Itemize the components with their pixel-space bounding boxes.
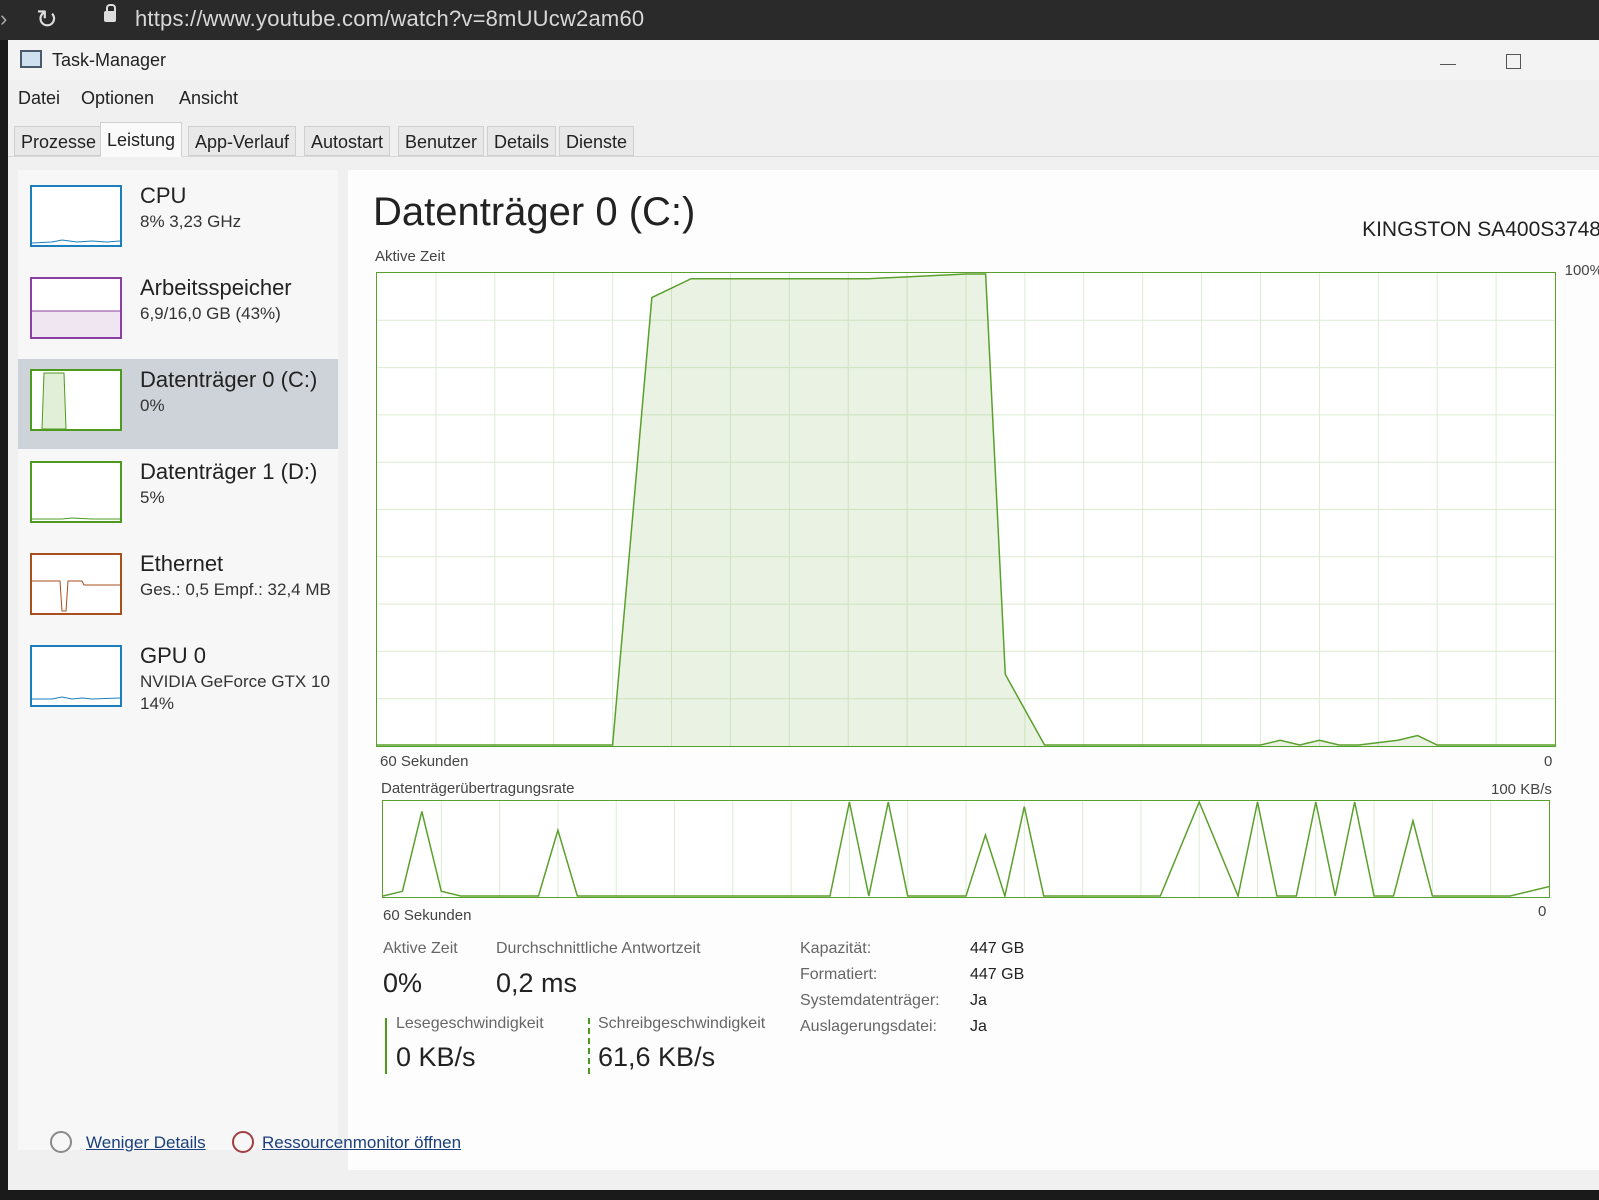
sidebar-item-name: Datenträger 0 (C:) [140,367,318,392]
task-manager-window: Task-Manager Datei Optionen Ansicht Proz… [8,40,1599,1190]
disk-model: KINGSTON SA400S37480G [1362,218,1599,241]
active-time-graph-label: Aktive Zeit [375,248,446,265]
stat-avg-response-value: 0,2 ms [496,968,578,998]
stat-read-label: Lesegeschwindigkeit [396,1015,544,1032]
minimize-button[interactable] [1433,50,1463,74]
resource-monitor-link[interactable]: Ressourcenmonitor öffnen [262,1133,461,1153]
tab-benutzer[interactable]: Benutzer [398,126,485,156]
active-time-graph [376,272,1556,747]
stat-avg-response-label: Durchschnittliche Antwortzeit [496,940,701,957]
write-rate-indicator [588,1018,590,1074]
menu-optionen[interactable]: Optionen [81,88,154,109]
sidebar-item-name: CPU [140,183,187,208]
forward-icon[interactable]: › [0,6,7,32]
transfer-rate-max-label: 100 KB/s [1491,781,1552,798]
prop-capacity-key: Kapazität: [800,940,872,957]
active-time-min-label: 0 [1544,753,1553,770]
window-title: Task-Manager [52,50,167,70]
prop-capacity-value: 447 GB [970,940,1025,957]
ethernet-thumbnail-graph [30,553,122,615]
stat-read-value: 0 KB/s [396,1042,476,1072]
tab-dienste[interactable]: Dienste [559,126,635,156]
sidebar-item-sub: 6,9/16,0 GB (43%) [140,304,281,323]
sidebar-item-cpu[interactable]: CPU 8% 3,23 GHz [18,175,338,265]
sidebar-item-name: Datenträger 1 (D:) [140,459,318,484]
maximize-button[interactable] [1498,48,1528,74]
stat-write-label: Schreibgeschwindigkeit [598,1015,766,1032]
footer-bar: Weniger Details Ressourcenmonitor öffnen [8,1125,1599,1165]
graph-svg [377,273,1555,746]
graph-svg [383,801,1549,897]
title-bar: Task-Manager [8,40,1599,80]
sidebar-item-ethernet[interactable]: Ethernet Ges.: 0,5 Empf.: 32,4 MB [18,543,338,633]
gpu-thumbnail-graph [30,645,122,707]
disk1-thumbnail-graph [30,461,122,523]
sidebar-item-name: GPU 0 [140,643,207,668]
tab-leistung[interactable]: Leistung [100,122,183,157]
sidebar-item-sub: 0% [140,396,165,415]
stat-active-time-value: 0% [383,968,423,998]
menu-ansicht[interactable]: Ansicht [179,88,238,109]
disk0-thumbnail-graph [30,369,122,431]
sidebar-item-sub: NVIDIA GeForce GTX 10 [140,672,330,691]
browser-address-bar: › ↻ https://www.youtube.com/watch?v=8mUU… [0,0,1599,40]
active-time-x-label: 60 Sekunden [380,753,469,770]
sidebar-item-sub: 5% [140,488,165,507]
disk-title: Datenträger 0 (C:) [373,190,696,234]
tab-autostart[interactable]: Autostart [304,126,391,156]
disk-detail-panel: Datenträger 0 (C:) KINGSTON SA400S37480G… [348,170,1599,1170]
tab-details[interactable]: Details [487,126,557,156]
sidebar-item-sub: Ges.: 0,5 Empf.: 32,4 MB [140,580,331,599]
sidebar-item-sub2: 14% [140,694,175,713]
sidebar-item-gpu-0[interactable]: GPU 0 NVIDIA GeForce GTX 10 14% [18,635,338,725]
sidebar-item-sub: 8% 3,23 GHz [140,212,242,231]
prop-formatted-key: Formatiert: [800,966,878,983]
tab-bar: Prozesse Leistung App-Verlauf Autostart … [8,122,1599,157]
performance-sidebar: CPU 8% 3,23 GHz Arbeitsspeicher 6,9/16,0… [18,170,338,1150]
stat-write-value: 61,6 KB/s [598,1042,716,1072]
read-rate-indicator [385,1018,387,1074]
sidebar-item-name: Ethernet [140,551,224,576]
fewer-details-link[interactable]: Weniger Details [86,1133,206,1153]
prop-pagefile-value: Ja [970,1018,987,1035]
transfer-rate-graph [382,800,1550,898]
transfer-min-label: 0 [1538,903,1547,920]
tab-app-verlauf[interactable]: App-Verlauf [188,126,297,156]
resource-monitor-icon[interactable] [232,1131,254,1153]
stat-active-time-label: Aktive Zeit [383,940,458,957]
tab-prozesse[interactable]: Prozesse [14,126,104,156]
sidebar-item-arbeitsspeicher[interactable]: Arbeitsspeicher 6,9/16,0 GB (43%) [18,267,338,357]
sidebar-item-datentraeger-0[interactable]: Datenträger 0 (C:) 0% [18,359,338,449]
task-manager-icon [20,50,42,68]
active-time-max-label: 100% [1564,262,1599,279]
cpu-thumbnail-graph [30,185,122,247]
reload-icon[interactable]: ↻ [36,4,58,35]
prop-system-disk-value: Ja [970,992,987,1009]
memory-thumbnail-graph [30,277,122,339]
url-field[interactable]: https://www.youtube.com/watch?v=8mUUcw2a… [135,6,644,32]
sidebar-item-datentraeger-1[interactable]: Datenträger 1 (D:) 5% [18,451,338,541]
lock-icon [104,4,116,22]
menu-datei[interactable]: Datei [18,88,60,109]
prop-pagefile-key: Auslagerungsdatei: [800,1018,937,1035]
sidebar-item-name: Arbeitsspeicher [140,275,292,300]
transfer-x-label: 60 Sekunden [383,907,472,924]
prop-formatted-value: 447 GB [970,966,1025,983]
transfer-rate-label: Datenträgerübertragungsrate [381,780,575,797]
prop-system-disk-key: Systemdatenträger: [800,992,940,1009]
menu-bar: Datei Optionen Ansicht [8,84,1599,112]
chevron-up-icon[interactable] [50,1131,72,1153]
